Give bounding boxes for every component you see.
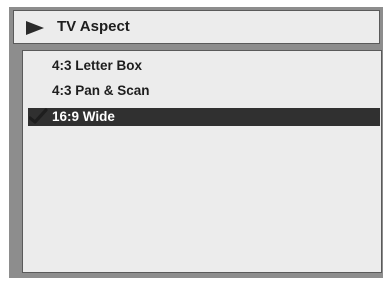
menu-title: TV Aspect <box>57 18 130 35</box>
checkmark-icon <box>29 108 48 124</box>
play-arrow-icon <box>26 21 44 35</box>
menu-title-bar: TV Aspect <box>13 10 380 44</box>
option-letter-box[interactable]: 4:3 Letter Box <box>28 57 380 75</box>
option-pan-scan[interactable]: 4:3 Pan & Scan <box>28 82 380 100</box>
option-wide[interactable]: 16:9 Wide <box>28 108 380 126</box>
